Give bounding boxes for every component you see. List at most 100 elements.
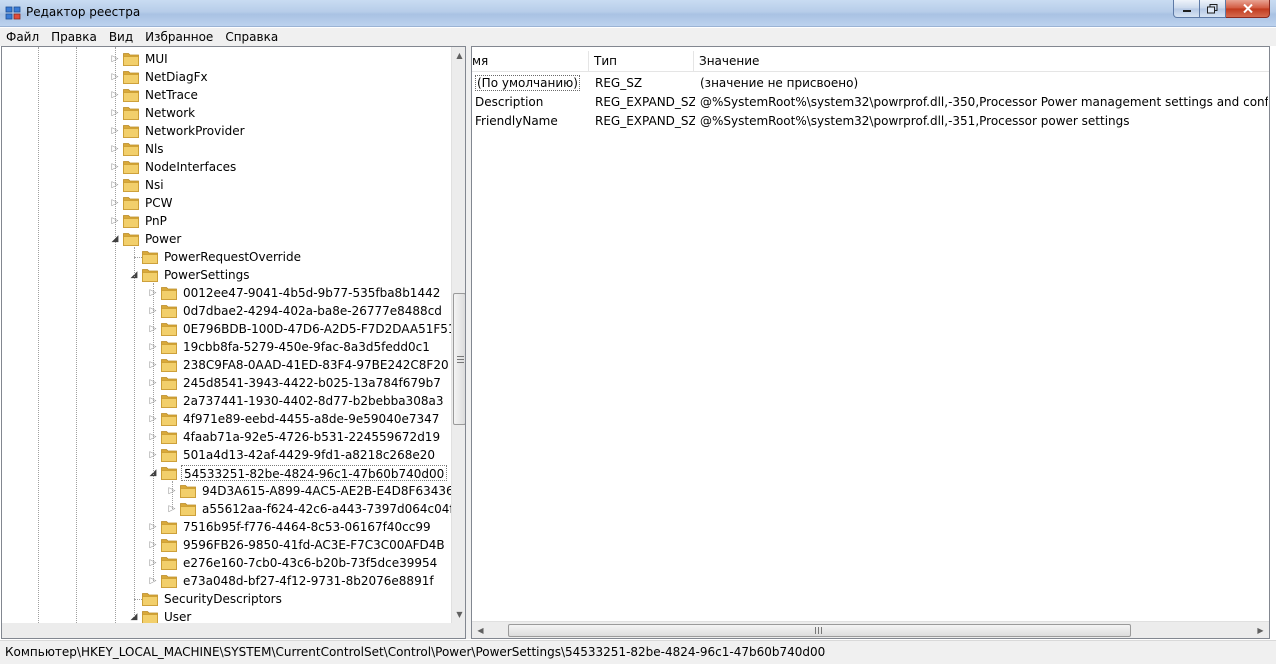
tree-node[interactable]: ▷ 94D3A615-A899-4AC5-AE2B-E4D8F634367F	[2, 482, 451, 500]
tree-node-label: SecurityDescriptors	[164, 592, 282, 606]
collapse-arrow-icon[interactable]: ◢	[110, 234, 120, 244]
tree-node[interactable]: ▷ PnP	[2, 212, 451, 230]
expand-arrow-icon[interactable]: ▷	[110, 216, 120, 226]
tree-node-label: PnP	[145, 214, 167, 228]
tree-node-label: 19cbb8fa-5279-450e-9fac-8a3d5fedd0c1	[183, 340, 430, 354]
expand-arrow-icon[interactable]: ▷	[110, 162, 120, 172]
scroll-right-arrow-icon[interactable]: ▶	[1252, 622, 1269, 638]
list-row[interactable]: Description REG_EXPAND_SZ @%SystemRoot%\…	[472, 93, 1269, 112]
maximize-button[interactable]	[1200, 0, 1226, 18]
tree-node[interactable]: ◢ User	[2, 608, 451, 623]
registry-tree[interactable]: ▷ MUI ▷ NetDiagFx ▷ NetTrace ▷ Network ▷ NetworkP…	[2, 47, 451, 623]
expand-arrow-icon[interactable]: ▷	[110, 126, 120, 136]
tree-horizontal-scrollbar[interactable]	[2, 623, 451, 638]
column-header-name[interactable]: мя	[472, 51, 589, 72]
folder-icon	[123, 159, 139, 174]
list-horizontal-scrollbar[interactable]: ◀ ▶	[472, 621, 1269, 638]
tree-node[interactable]: ▷ a55612aa-f624-42c6-a443-7397d064c04f	[2, 500, 451, 518]
menu-edit[interactable]: Правка	[45, 28, 103, 46]
value-name: (По умолчанию)	[475, 75, 580, 91]
expand-arrow-icon[interactable]: ▷	[110, 198, 120, 208]
list-scroll-thumb[interactable]	[508, 624, 1131, 637]
tree-node[interactable]: ▷ 501a4d13-42af-4429-9fd1-a8218c268e20	[2, 446, 451, 464]
tree-node[interactable]: ▷ NetTrace	[2, 86, 451, 104]
menu-help[interactable]: Справка	[219, 28, 284, 46]
column-header-value[interactable]: Значение	[694, 51, 1269, 72]
list-header: мя Тип Значение	[472, 51, 1269, 72]
grip-icon	[815, 627, 823, 634]
tree-node[interactable]: ▷ Nls	[2, 140, 451, 158]
list-row[interactable]: (По умолчанию) REG_SZ (значение не присв…	[472, 74, 1269, 93]
tree-node[interactable]: ▷ 0E796BDB-100D-47D6-A2D5-F7D2DAA51F51	[2, 320, 451, 338]
tree-node[interactable]: ▷ 238C9FA8-0AAD-41ED-83F4-97BE242C8F20	[2, 356, 451, 374]
tree-node-label: e276e160-7cb0-43c6-b20b-73f5dce39954	[183, 556, 438, 570]
close-icon	[1242, 4, 1253, 13]
menu-favorites[interactable]: Избранное	[139, 28, 219, 46]
tree-vertical-scrollbar[interactable]: ▲ ▼	[451, 47, 465, 623]
tree-node[interactable]: ▷ 2a737441-1930-4402-8d77-b2bebba308a3	[2, 392, 451, 410]
minimize-button[interactable]	[1173, 0, 1200, 18]
tree-node[interactable]: ▷ 7516b95f-f776-4464-8c53-06167f40cc99	[2, 518, 451, 536]
folder-icon	[123, 123, 139, 138]
tree-node-label: 94D3A615-A899-4AC5-AE2B-E4D8F634367F	[202, 484, 451, 498]
folder-icon	[123, 87, 139, 102]
folder-icon	[123, 213, 139, 228]
expand-arrow-icon[interactable]: ▷	[110, 54, 120, 64]
grip-icon	[457, 356, 464, 363]
tree-node[interactable]: ▷ NetworkProvider	[2, 122, 451, 140]
tree-node[interactable]: ▷ 4f971e89-eebd-4455-a8de-9e59040e7347	[2, 410, 451, 428]
menu-view[interactable]: Вид	[103, 28, 139, 46]
list-row[interactable]: FriendlyName REG_EXPAND_SZ @%SystemRoot%…	[472, 112, 1269, 131]
registry-tree-pane[interactable]: ▷ MUI ▷ NetDiagFx ▷ NetTrace ▷ Network ▷ NetworkP…	[1, 46, 466, 639]
scroll-up-arrow-icon[interactable]: ▲	[452, 47, 465, 64]
tree-node[interactable]: ▷ 245d8541-3943-4422-b025-13a784f679b7	[2, 374, 451, 392]
folder-icon	[161, 321, 177, 336]
tree-node[interactable]: ▷ Network	[2, 104, 451, 122]
title-bar[interactable]: Редактор реестра	[0, 0, 1276, 27]
scroll-down-arrow-icon[interactable]: ▼	[452, 606, 465, 623]
tree-node[interactable]: ▷ NetDiagFx	[2, 68, 451, 86]
tree-node[interactable]: ▷ 19cbb8fa-5279-450e-9fac-8a3d5fedd0c1	[2, 338, 451, 356]
tree-node[interactable]: ▷ 4faab71a-92e5-4726-b531-224559672d19	[2, 428, 451, 446]
scroll-left-arrow-icon[interactable]: ◀	[472, 622, 489, 638]
tree-node[interactable]: ▷ 9596FB26-9850-41fd-AC3E-F7C3C00AFD4B	[2, 536, 451, 554]
expand-arrow-icon[interactable]: ▷	[110, 108, 120, 118]
folder-icon	[161, 303, 177, 318]
tree-node[interactable]: ▷ MUI	[2, 50, 451, 68]
folder-icon	[161, 519, 177, 534]
tree-node[interactable]: ◢ Power	[2, 230, 451, 248]
folder-icon	[161, 375, 177, 390]
expand-arrow-icon[interactable]: ▷	[110, 72, 120, 82]
tree-node[interactable]: ▷ e73a048d-bf27-4f12-9731-8b2076e8891f	[2, 572, 451, 590]
folder-icon	[161, 411, 177, 426]
folder-icon	[142, 249, 158, 264]
tree-node[interactable]: SecurityDescriptors	[2, 590, 451, 608]
tree-node[interactable]: ◢ PowerSettings	[2, 266, 451, 284]
folder-icon	[161, 393, 177, 408]
tree-node[interactable]: ◢ 54533251-82be-4824-96c1-47b60b740d00	[2, 464, 451, 482]
value-type: REG_EXPAND_SZ	[595, 114, 695, 128]
tree-scroll-thumb[interactable]	[453, 293, 465, 425]
folder-icon	[142, 591, 158, 606]
tree-node-label: NetworkProvider	[145, 124, 245, 138]
expand-arrow-icon[interactable]: ▷	[110, 90, 120, 100]
tree-node[interactable]: ▷ 0012ee47-9041-4b5d-9b77-535fba8b1442	[2, 284, 451, 302]
tree-node[interactable]: ▷ PCW	[2, 194, 451, 212]
expand-arrow-icon[interactable]: ▷	[110, 144, 120, 154]
tree-node-label: PCW	[145, 196, 173, 210]
tree-node[interactable]: PowerRequestOverride	[2, 248, 451, 266]
expand-arrow-icon[interactable]: ▷	[110, 180, 120, 190]
folder-icon	[161, 357, 177, 372]
tree-node-label: 238C9FA8-0AAD-41ED-83F4-97BE242C8F20	[183, 358, 449, 372]
tree-node-label: NetDiagFx	[145, 70, 208, 84]
tree-guide-line	[172, 481, 173, 509]
tree-node[interactable]: ▷ NodeInterfaces	[2, 158, 451, 176]
tree-node[interactable]: ▷ 0d7dbae2-4294-402a-ba8e-26777e8488cd	[2, 302, 451, 320]
values-list-pane[interactable]: мя Тип Значение (По умолчанию) REG_SZ (з…	[471, 46, 1270, 639]
close-button[interactable]	[1226, 0, 1270, 18]
tree-node[interactable]: ▷ e276e160-7cb0-43c6-b20b-73f5dce39954	[2, 554, 451, 572]
tree-node-label: Network	[145, 106, 196, 120]
tree-node[interactable]: ▷ Nsi	[2, 176, 451, 194]
menu-file[interactable]: Файл	[0, 28, 45, 46]
column-header-type[interactable]: Тип	[589, 51, 694, 72]
